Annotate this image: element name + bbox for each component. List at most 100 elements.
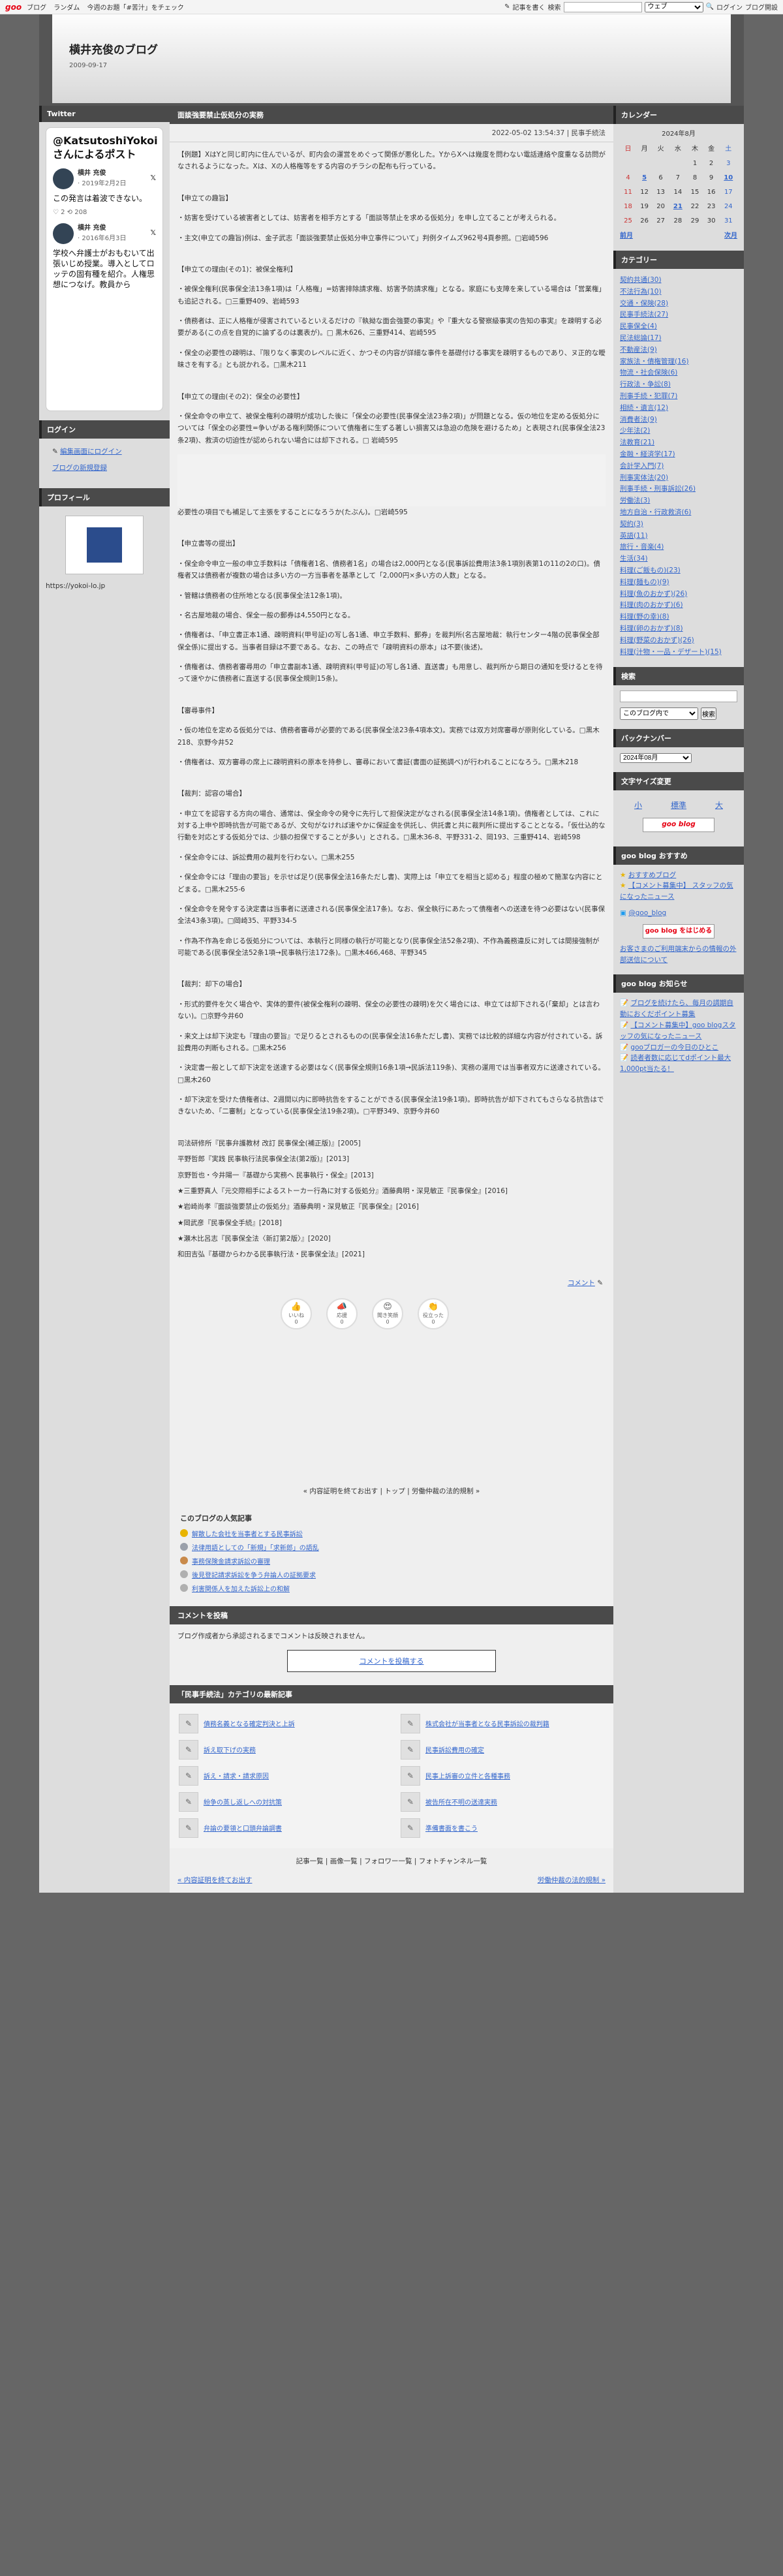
search-icon[interactable]: 🔍: [706, 3, 714, 10]
category-link[interactable]: 刑事手続・犯罪(7): [620, 392, 677, 400]
category-link[interactable]: 少年法(2): [620, 427, 650, 435]
reference-item: ★瀬木比呂志『民事保全法〈新訂第2版〉』[2020]: [177, 1235, 331, 1243]
category-link[interactable]: 生活(34): [620, 555, 648, 563]
left-sidebar: Twitter @KatsutoshiYokoiさんによるポスト 横井 充俊 ·…: [39, 106, 170, 1893]
calendar-next-link[interactable]: 次月: [724, 231, 737, 241]
category-link[interactable]: 不法行為(10): [620, 288, 662, 296]
calendar-day-link[interactable]: 21: [673, 203, 683, 210]
goo-logo[interactable]: goo: [5, 3, 22, 12]
list-item: 料理(肉のおかず)(6): [620, 600, 737, 611]
news-link[interactable]: ブログを続けたら、毎月の調期自動におくだポイント募集: [620, 999, 733, 1018]
post-comment-button[interactable]: コメントを投稿する: [287, 1649, 496, 1672]
category-link[interactable]: 刑事実体法(20): [620, 474, 668, 482]
category-link[interactable]: 会計学入門(7): [620, 462, 664, 470]
category-link[interactable]: 労働法(3): [620, 497, 650, 504]
blog-title[interactable]: 横井充俊のブログ: [69, 40, 724, 57]
prev-article-link[interactable]: « 内容証明を終てお出す: [177, 1875, 252, 1885]
category-link[interactable]: 契約共通(30): [620, 276, 662, 284]
article-title[interactable]: 面談強要禁止仮処分の実務: [170, 106, 613, 124]
sidebar-search-input[interactable]: [620, 691, 737, 703]
category-link[interactable]: 料理(野の幸)(8): [620, 613, 669, 621]
footer-links[interactable]: 記事一覧 | 画像一覧 | フォロワー一覧 | フォトチャンネル一覧: [170, 1848, 613, 1871]
goo-toolbar: goo ブログ ランダム 今週のお題「#苦汁」をチェック ✎ 記事を書く 検索 …: [0, 0, 783, 14]
register-blog-link[interactable]: ブログの新規登録: [52, 464, 107, 472]
tweet-meta: ♡ 2 ⟲ 208: [53, 208, 87, 216]
category-link[interactable]: 契約(3): [620, 520, 643, 528]
login-link[interactable]: ログイン: [716, 2, 743, 12]
blog-start-link[interactable]: ブログ開設: [745, 2, 778, 12]
list-item: ✎ 準備書面を書こう: [401, 1818, 604, 1838]
rank-1-icon: [180, 1529, 188, 1538]
toolbar-search-input[interactable]: [563, 1, 642, 12]
category-link[interactable]: 法教育(21): [620, 439, 654, 446]
edit-login-link[interactable]: 編集画面にログイン: [60, 448, 122, 456]
goo-blog-logo[interactable]: goo blog: [643, 817, 714, 832]
category-link[interactable]: 消費者法(9): [620, 416, 657, 424]
goo-twitter-link[interactable]: @goo_blog: [628, 909, 666, 917]
tweet-date[interactable]: · 2016年6月3日: [78, 234, 127, 244]
news-link[interactable]: 読者者数に応じてdポイント最大1,000pt当たる！: [620, 1054, 731, 1073]
category-link[interactable]: 交通・保険(28): [620, 300, 668, 307]
textsize-normal[interactable]: 標準: [671, 799, 686, 812]
category-link[interactable]: 物流・社会保険(6): [620, 369, 677, 377]
category-link[interactable]: 料理(麺もの)(9): [620, 578, 669, 586]
category-link[interactable]: 料理(卵のおかず)(8): [620, 625, 683, 632]
category-link[interactable]: 行政法・争訟(8): [620, 380, 671, 388]
reaction-smile-button[interactable]: 😍 聞き笑顔 0: [372, 1297, 403, 1329]
recommend-link[interactable]: 【コメント募集中】 スタッフの気になったニュース: [620, 882, 733, 901]
list-item: ✎ 訴え取下げの実務: [179, 1739, 382, 1760]
recommend-link[interactable]: おすすめブログ: [628, 871, 677, 879]
backnumber-select[interactable]: 2024年08月: [620, 753, 692, 763]
category-link[interactable]: 相続・遺言(12): [620, 404, 668, 412]
list-item: ✎ 株式会社が当事者となる民事訴訟の裁判籍: [401, 1713, 604, 1733]
category-link[interactable]: 料理(肉のおかず)(6): [620, 601, 683, 609]
page-frame: 横井充俊のブログ 2009-09-17 Twitter @KatsutoshiY…: [39, 14, 744, 1893]
category-link[interactable]: 刑事手続・刑事訴訟(26): [620, 485, 696, 493]
category-link[interactable]: 家族法・債権管理(16): [620, 358, 689, 365]
pen-icon: ✎: [401, 1792, 420, 1812]
toolbar-link-blog[interactable]: ブログ: [27, 5, 46, 12]
reaction-cheer-button[interactable]: 📣 応援 0: [326, 1297, 358, 1329]
twitter-embed[interactable]: @KatsutoshiYokoiさんによるポスト 横井 充俊 · 2019年2月…: [46, 127, 163, 411]
profile-url[interactable]: https://yokoi-lo.jp: [46, 581, 163, 592]
calendar-prev-link[interactable]: 前月: [620, 231, 633, 241]
news-link[interactable]: 【コメント募集中】goo blogスタッフの気になったニュース: [620, 1021, 735, 1040]
reference-item: ★岩崎尚孝『面談強要禁止の仮処分』酒藤典明・深見敏正『民事保全』[2016]: [177, 1203, 419, 1211]
calendar-day-link[interactable]: 10: [724, 174, 733, 181]
toolbar-link-theme[interactable]: 今週のお題「#苦汁」をチェック: [87, 5, 183, 12]
sidebar-search-button[interactable]: 検索: [701, 707, 716, 720]
start-blog-button[interactable]: goo blog をはじめる: [643, 923, 714, 939]
category-link[interactable]: 料理(汁物・一品・デザート)(15): [620, 648, 722, 656]
category-link[interactable]: 料理(野菜のおかず)(26): [620, 636, 694, 644]
category-link[interactable]: 料理(魚のおかず)(26): [620, 590, 687, 598]
toolbar-link-random[interactable]: ランダム: [54, 5, 80, 12]
news-link[interactable]: gooブロガーの今日のひとこ: [630, 1044, 718, 1051]
reaction-like-button[interactable]: 👍 いいね 0: [281, 1297, 312, 1329]
tweet-date[interactable]: · 2019年2月2日: [78, 179, 127, 189]
calendar-day-link[interactable]: 5: [642, 174, 647, 181]
category-link[interactable]: 民事手続法(27): [620, 311, 668, 318]
category-link[interactable]: 英語(11): [620, 532, 648, 540]
category-link[interactable]: 金融・経済学(17): [620, 450, 675, 458]
reaction-helpful-button[interactable]: 👏 役立った 0: [418, 1297, 449, 1329]
comment-link[interactable]: コメント: [568, 1279, 595, 1287]
article-paragraph: ・決定書一般として却下決定を送達する必要はなく(民事保全規則16条1項→民訴法1…: [177, 1064, 605, 1084]
category-link[interactable]: 旅行・音楽(4): [620, 543, 664, 551]
next-article-link[interactable]: 労働仲裁の法的規制 »: [538, 1875, 606, 1885]
category-link[interactable]: 民事保全(4): [620, 322, 657, 330]
textsize-large[interactable]: 大: [715, 799, 723, 812]
article-page-nav[interactable]: « 内容証明を終てお出す | トップ | 労働仲裁の法的規制 »: [170, 1486, 613, 1496]
right-sidebar: カレンダー 2024年8月 日月火水木金土 123 4 5 6 7 8 9 10 11 12 1…: [613, 106, 744, 1893]
search-scope-select[interactable]: このブログ内で: [620, 707, 698, 720]
category-link[interactable]: 地方自治・行政救済(6): [620, 508, 691, 516]
category-link[interactable]: 民法総論(17): [620, 334, 662, 342]
category-link[interactable]: 不動産法(9): [620, 346, 657, 354]
write-post-link[interactable]: 記事を書く: [513, 2, 545, 12]
list-item: 金融・経済学(17): [620, 449, 737, 460]
textsize-small[interactable]: 小: [634, 799, 642, 812]
external-info-link[interactable]: お客さまのご利用端末からの情報の外部送信について: [620, 945, 737, 964]
textsize-heading: 文字サイズ変更: [613, 772, 744, 791]
search-label: 検索: [547, 5, 561, 12]
search-scope-select[interactable]: ウェブ: [644, 1, 703, 12]
category-link[interactable]: 料理(ご飯もの)(23): [620, 566, 681, 574]
